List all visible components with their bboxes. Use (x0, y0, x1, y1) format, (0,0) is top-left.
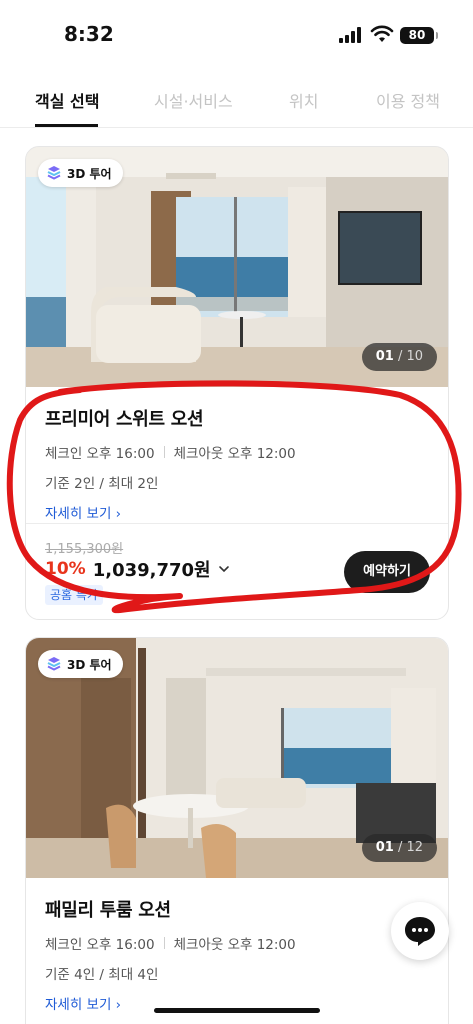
3d-tour-label: 3D 투어 (67, 657, 112, 672)
promo-badge: 공홈 특가 (45, 585, 103, 605)
checkin-time: 체크인 오후 16:00 (45, 446, 155, 462)
room-title[interactable]: 패밀리 투룸 오션 (45, 896, 435, 922)
cube-3d-icon (47, 166, 61, 180)
room-title[interactable]: 프리미어 스위트 오션 (45, 405, 435, 431)
tab-location[interactable]: 위치 (289, 88, 318, 112)
checkout-time: 체크아웃 오후 12:00 (173, 446, 296, 462)
3d-tour-label: 3D 투어 (67, 166, 112, 181)
room-card[interactable]: 3D 투어 01 / 10 프리미어 스위트 오션 체크인 오후 16:00 체… (25, 146, 449, 620)
chat-bubble-icon (405, 917, 435, 946)
status-bar: 8:32 80 (0, 0, 473, 70)
checkout-time: 체크아웃 오후 12:00 (173, 937, 296, 953)
room-photo[interactable]: 3D 투어 01 / 10 (26, 147, 448, 387)
room-capacity: 기준 4인 / 최대 4인 (45, 967, 159, 983)
photo-counter: 01 / 10 (361, 343, 437, 371)
status-time: 8:32 (64, 22, 114, 46)
photo-counter-current: 01 (375, 349, 394, 364)
room-card[interactable]: 3D 투어 01 / 12 패밀리 투룸 오션 체크인 오후 16:00 체크아… (25, 637, 449, 1024)
divider (163, 446, 165, 458)
view-details-link[interactable]: 자세히 보기 › (45, 502, 435, 522)
divider (163, 937, 165, 949)
book-button[interactable]: 예약하기 (344, 551, 430, 593)
checkin-time: 체크인 오후 16:00 (45, 937, 155, 953)
chat-button[interactable] (391, 902, 449, 960)
tab-facilities[interactable]: 시설·서비스 (154, 88, 233, 112)
tab-policy[interactable]: 이용 정책 (376, 88, 440, 112)
original-price: 1,155,300원 (45, 542, 124, 557)
discount-rate: 10% (45, 559, 86, 579)
final-price: 1,039,770원 (92, 560, 211, 581)
room-info: 프리미어 스위트 오션 체크인 오후 16:00 체크아웃 오후 12:00 기… (45, 405, 435, 522)
signal-icon (339, 27, 363, 43)
cube-3d-icon (47, 657, 61, 671)
price-row[interactable]: 10% 1,039,770원 (45, 556, 230, 582)
checkin-row: 체크인 오후 16:00 체크아웃 오후 12:00 (45, 442, 435, 462)
photo-counter-total: / 12 (397, 840, 423, 855)
chevron-down-icon[interactable] (218, 563, 230, 575)
home-indicator (154, 1008, 320, 1013)
wifi-icon (370, 25, 394, 42)
photo-counter: 01 / 12 (361, 834, 437, 862)
tab-bar: 객실 선택 시설·서비스 위치 이용 정책 (0, 80, 473, 128)
checkin-row: 체크인 오후 16:00 체크아웃 오후 12:00 (45, 933, 435, 953)
room-info: 패밀리 투룸 오션 체크인 오후 16:00 체크아웃 오후 12:00 기준 … (45, 896, 435, 1013)
3d-tour-badge[interactable]: 3D 투어 (38, 159, 123, 187)
room-photo[interactable]: 3D 투어 01 / 12 (26, 638, 448, 878)
price-section: 1,155,300원 10% 1,039,770원 공홈 특가 예약하기 (26, 523, 448, 619)
tab-room-select[interactable]: 객실 선택 (35, 88, 99, 112)
3d-tour-badge[interactable]: 3D 투어 (38, 650, 123, 678)
room-capacity: 기준 2인 / 최대 2인 (45, 476, 159, 492)
photo-counter-total: / 10 (397, 349, 423, 364)
battery-icon: 80 (400, 27, 438, 44)
active-tab-indicator (35, 124, 98, 127)
photo-counter-current: 01 (375, 840, 394, 855)
